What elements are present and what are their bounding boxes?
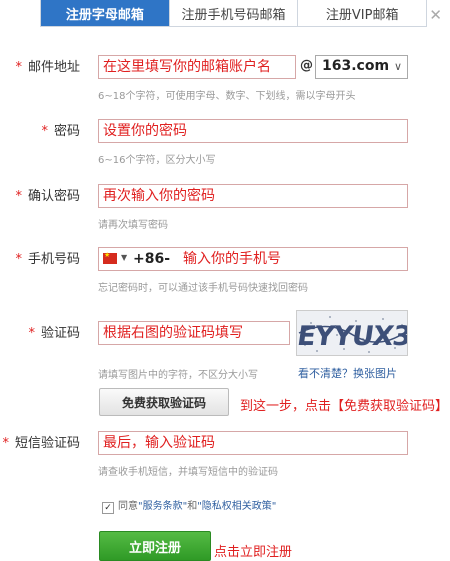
tab-vip-email[interactable]: 注册VIP邮箱 xyxy=(298,0,427,26)
checkbox-checked-icon[interactable]: ✓ xyxy=(102,502,114,514)
register-button[interactable]: 立即注册 xyxy=(99,531,211,561)
captcha-input[interactable]: 根据右图的验证码填写 xyxy=(98,321,290,345)
captcha-hint: 请填写图片中的字符，不区分大小写 xyxy=(98,370,258,381)
register-tabs: 注册字母邮箱 注册手机号码邮箱 注册VIP邮箱 xyxy=(40,0,427,27)
phone-input[interactable]: ★ ▼ +86- 输入你的手机号 xyxy=(98,247,408,271)
china-flag-icon[interactable]: ★ xyxy=(103,251,117,264)
sms-row: * 短信验证码 最后，输入验证码 xyxy=(0,431,450,457)
register-annotation: 点击立即注册 xyxy=(214,545,293,560)
password-label: * 密码 xyxy=(41,124,80,139)
required-mark: * xyxy=(15,189,22,204)
confirm-input-value: 再次输入你的密码 xyxy=(103,188,215,204)
confirm-hint: 请再次填写密码 xyxy=(98,220,168,231)
email-hint: 6~18个字符，可使用字母、数字、下划线，需以字母开头 xyxy=(98,91,356,102)
agreement: ✓ 同意"服务条款"和"隐私权相关政策" xyxy=(102,497,276,514)
agree-text: 同意 xyxy=(118,501,138,512)
required-mark: * xyxy=(41,124,48,139)
captcha-label: * 验证码 xyxy=(28,326,80,341)
password-hint: 6~16个字符，区分大小写 xyxy=(98,155,216,166)
confirm-password-input[interactable]: 再次输入你的密码 xyxy=(98,184,408,208)
terms-link[interactable]: "服务条款" xyxy=(138,501,187,512)
password-input-value: 设置你的密码 xyxy=(103,123,187,139)
email-input-value: 在这里填写你的邮箱账户名 xyxy=(103,59,271,75)
country-code: +86- xyxy=(133,251,171,267)
chevron-down-icon[interactable]: ▼ xyxy=(121,253,127,262)
required-mark: * xyxy=(15,252,22,267)
password-row: * 密码 设置你的密码 xyxy=(0,119,450,145)
required-mark: * xyxy=(2,436,9,451)
privacy-link[interactable]: "隐私权相关政策" xyxy=(197,501,276,512)
domain-value: 163.com xyxy=(322,58,390,74)
captcha-input-value: 根据右图的验证码填写 xyxy=(103,325,243,341)
sms-code-input[interactable]: 最后，输入验证码 xyxy=(98,431,408,455)
domain-select[interactable]: 163.com ∨ xyxy=(315,55,408,79)
phone-hint: 忘记密码时，可以通过该手机号码快速找回密码 xyxy=(98,283,308,294)
refresh-captcha-link[interactable]: 看不清楚？换张图片 xyxy=(298,365,397,381)
tab-letter-email[interactable]: 注册字母邮箱 xyxy=(41,0,170,26)
sms-input-value: 最后，输入验证码 xyxy=(103,435,215,451)
tab-mobile-email[interactable]: 注册手机号码邮箱 xyxy=(169,0,299,26)
get-sms-code-button[interactable]: 免费获取验证码 xyxy=(99,388,229,416)
password-input[interactable]: 设置你的密码 xyxy=(98,119,408,143)
required-mark: * xyxy=(15,60,22,75)
close-icon[interactable]: ✕ xyxy=(429,6,442,24)
at-sign: @ xyxy=(300,58,313,73)
confirm-label: * 确认密码 xyxy=(15,189,80,204)
chevron-down-icon: ∨ xyxy=(393,60,402,73)
email-input[interactable]: 在这里填写你的邮箱账户名 xyxy=(98,55,296,79)
captcha-image[interactable]: EYYUX3 xyxy=(296,310,408,356)
captcha-text: EYYUX3 xyxy=(297,321,408,352)
sms-label: * 短信验证码 xyxy=(2,436,80,451)
email-label: * 邮件地址 xyxy=(15,60,80,75)
phone-label: * 手机号码 xyxy=(15,252,80,267)
required-mark: * xyxy=(28,326,35,341)
captcha-graphic: EYYUX3 xyxy=(297,311,408,355)
confirm-row: * 确认密码 再次输入你的密码 xyxy=(0,184,450,210)
phone-row: * 手机号码 ★ ▼ +86- 输入你的手机号 xyxy=(0,247,450,273)
step-annotation: 到这一步，点击【免费获取验证码】 xyxy=(240,399,449,414)
and-text: 和 xyxy=(187,501,198,512)
sms-hint: 请查收手机短信，并填写短信中的验证码 xyxy=(98,467,278,478)
phone-input-value: 输入你的手机号 xyxy=(183,251,281,267)
